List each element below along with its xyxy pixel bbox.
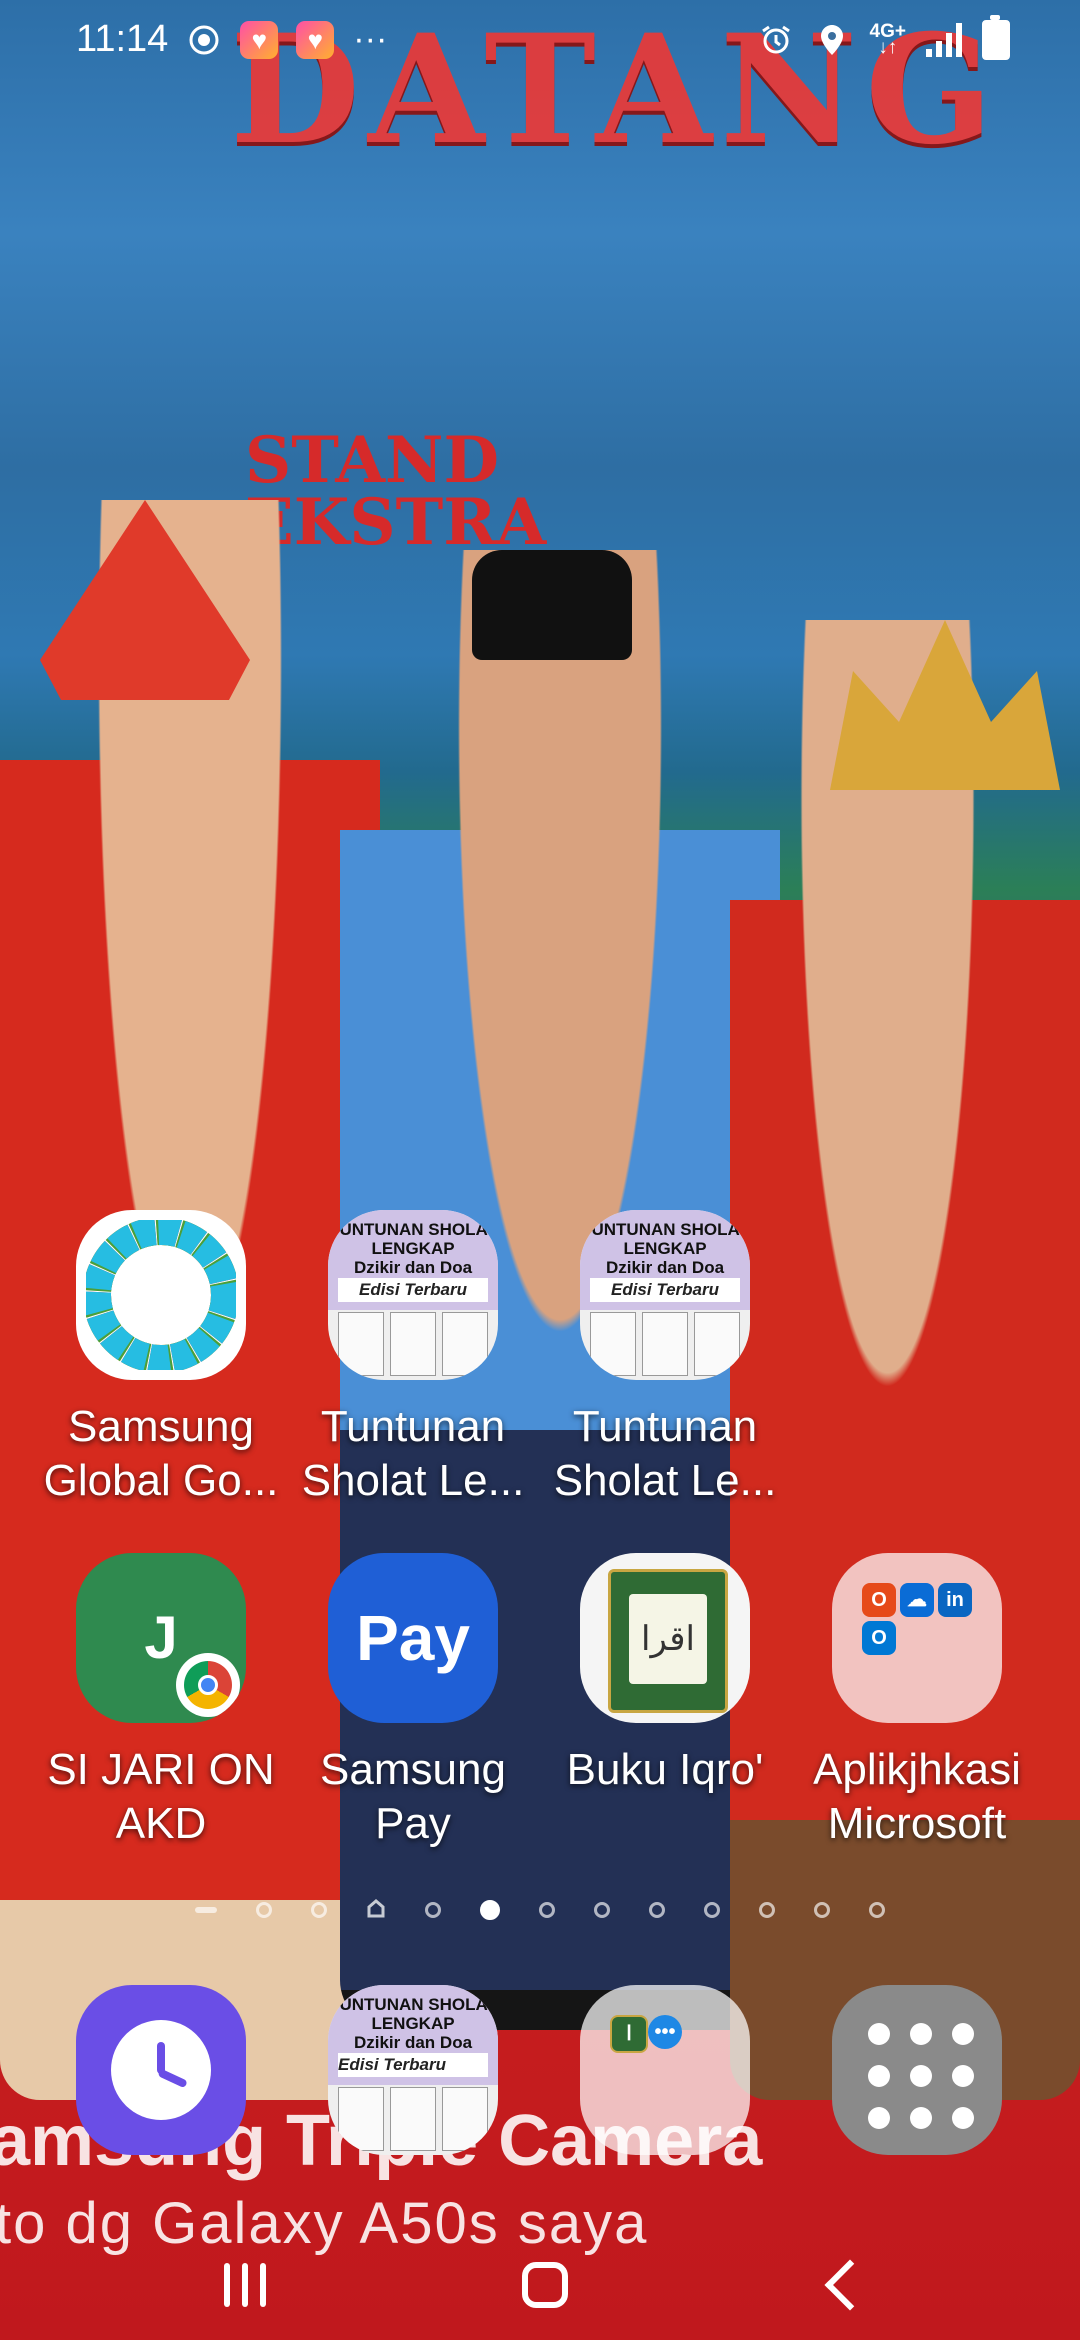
app-tuntunan-sholat-2[interactable]: TUNTUNAN SHOLAT LENGKAP Dzikir dan Doa Edi…	[540, 1210, 790, 1508]
more-notifications-icon: ···	[353, 20, 388, 58]
sijari-letter: J	[144, 1604, 178, 1671]
clock-icon	[111, 2020, 211, 2120]
book-title-line1: TUNTUNAN SHOLAT	[329, 1995, 497, 2014]
sdg-wheel-icon	[76, 1210, 246, 1380]
microsoft-folder-icon: O ☁ in O	[832, 1553, 1002, 1723]
pay-icon-text: Pay	[356, 1602, 470, 1674]
book-edition: Edisi Terbaru	[590, 1278, 740, 1302]
page-dot[interactable]	[256, 1902, 272, 1918]
book-title-line2: LENGKAP	[623, 1239, 707, 1258]
book-title-line3: Dzikir dan Doa	[353, 2033, 473, 2052]
book-cover-icon: TUNTUNAN SHOLAT LENGKAP Dzikir dan Doa Edi…	[580, 1210, 750, 1380]
screen-recorder-icon	[186, 22, 222, 58]
app-samsung-global-goals[interactable]: Samsung Global Go...	[36, 1210, 286, 1508]
app-samsung-pay[interactable]: Pay Samsung Pay	[288, 1553, 538, 1851]
network-type: 4G+	[869, 21, 906, 42]
book-title-line3: Dzikir dan Doa	[605, 1258, 725, 1277]
recents-icon	[224, 2263, 266, 2307]
app-label: Samsung Global Go...	[43, 1402, 279, 1505]
book-title-line1: TUNTUNAN SHOLAT	[581, 1220, 749, 1239]
app-label: SI JARI ON AKD	[47, 1745, 275, 1848]
home-button[interactable]	[485, 2240, 605, 2330]
dock-folder[interactable]: ا •••	[580, 1985, 750, 2155]
heart-app-icon: ♥	[240, 20, 279, 59]
page-dot[interactable]	[759, 1902, 775, 1918]
page-dot[interactable]	[814, 1902, 830, 1918]
samsung-pay-icon: Pay	[328, 1553, 498, 1723]
onedrive-icon: ☁	[900, 1583, 934, 1617]
app-label: Aplikjhkasi Microsoft	[813, 1745, 1021, 1848]
page-indicator-first[interactable]	[195, 1907, 217, 1913]
home-icon	[522, 2262, 568, 2308]
alarm-icon	[758, 22, 794, 58]
back-icon	[824, 2259, 876, 2311]
back-button[interactable]	[790, 2240, 910, 2330]
page-dot[interactable]	[425, 1902, 441, 1918]
iqro-book-icon: اقرا	[580, 1553, 750, 1723]
app-tuntunan-sholat-1[interactable]: TUNTUNAN SHOLAT LENGKAP Dzikir dan Doa Edi…	[288, 1210, 538, 1508]
lte-icon: 4G+ ↓↑	[869, 21, 906, 58]
page-dot[interactable]	[539, 1902, 555, 1918]
app-label: Tuntunan Sholat Le...	[301, 1402, 525, 1505]
outlook-icon: O	[862, 1621, 896, 1655]
status-bar: 11:14 ♥ ♥ ··· 4G+ ↓↑	[0, 0, 1080, 84]
app-label: Samsung Pay	[320, 1745, 506, 1848]
office-icon: O	[862, 1583, 896, 1617]
recents-button[interactable]	[185, 2240, 305, 2330]
app-buku-iqro[interactable]: اقرا Buku Iqro'	[540, 1553, 790, 1797]
wallpaper-cap	[472, 550, 632, 660]
page-dot[interactable]	[594, 1902, 610, 1918]
iqro-mini-icon: ا	[610, 2015, 648, 2053]
dock-tuntunan-sholat-app[interactable]: TUNTUNAN SHOLAT LENGKAP Dzikir dan Doa Edi…	[328, 1985, 498, 2155]
chrome-badge-icon	[176, 1653, 240, 1717]
book-cover-icon: TUNTUNAN SHOLAT LENGKAP Dzikir dan Doa Edi…	[328, 1210, 498, 1380]
linkedin-icon: in	[938, 1583, 972, 1617]
iqro-symbol: اقرا	[629, 1594, 707, 1684]
page-dot-active[interactable]	[480, 1900, 500, 1920]
navigation-bar	[0, 2200, 1080, 2340]
book-title-line2: LENGKAP	[371, 1239, 455, 1258]
battery-icon	[982, 15, 1010, 60]
book-title-line1: TUNTUNAN SHOLAT	[329, 1220, 497, 1239]
page-indicator[interactable]	[195, 1895, 885, 1925]
status-time: 11:14	[76, 18, 169, 60]
book-title-line2: LENGKAP	[371, 2014, 455, 2033]
messages-icon: •••	[648, 2015, 682, 2049]
dock-clock-app[interactable]	[76, 1985, 246, 2155]
app-label: Tuntunan Sholat Le...	[553, 1402, 777, 1505]
j-chrome-icon: J	[76, 1553, 246, 1723]
book-title-line3: Dzikir dan Doa	[353, 1258, 473, 1277]
app-label: Buku Iqro'	[566, 1745, 764, 1794]
heart-app-icon: ♥	[296, 20, 335, 59]
home-page-icon[interactable]	[366, 1898, 386, 1923]
location-icon	[814, 22, 850, 58]
page-dot[interactable]	[869, 1902, 885, 1918]
book-edition: Edisi Terbaru	[338, 2053, 488, 2077]
signal-icon	[926, 23, 962, 57]
app-si-jari-on-akd[interactable]: J SI JARI ON AKD	[36, 1553, 286, 1851]
page-dot[interactable]	[311, 1902, 327, 1918]
book-edition: Edisi Terbaru	[338, 1278, 488, 1302]
app-folder-microsoft[interactable]: O ☁ in O Aplikjhkasi Microsoft	[792, 1553, 1042, 1851]
page-dot[interactable]	[649, 1902, 665, 1918]
page-dot[interactable]	[704, 1902, 720, 1918]
dock-apps-drawer[interactable]	[832, 1985, 1002, 2155]
